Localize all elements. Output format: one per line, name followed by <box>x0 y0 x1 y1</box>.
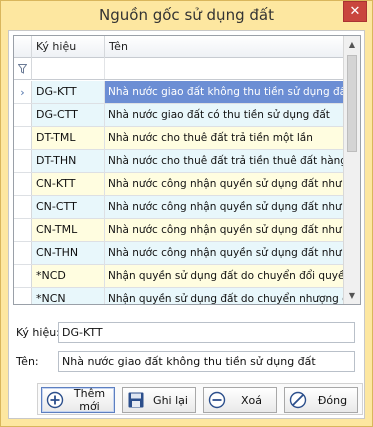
code-label: Ký hiệu: <box>16 326 60 339</box>
scroll-down-arrow-icon[interactable]: ▼ <box>344 287 360 304</box>
delete-button-label: Xoá <box>240 393 262 407</box>
cell-name[interactable]: Nhà nước giao đất không thu tiền sử dụng… <box>105 81 344 103</box>
row-indicator[interactable] <box>14 242 32 264</box>
cancel-circle-icon <box>288 390 308 410</box>
close-button-label: Đóng <box>317 393 348 407</box>
cell-code[interactable]: CN-KTT <box>32 173 105 195</box>
cell-name[interactable]: Nhận quyền sử dụng đất do chuyển đổi quy… <box>105 265 344 287</box>
grid-header: Ký hiệu Tên <box>14 36 344 58</box>
header-indicator-cell <box>14 36 32 58</box>
cell-code[interactable]: CN-CTT <box>32 196 105 218</box>
code-field[interactable]: DG-KTT <box>58 322 355 343</box>
scrollbar-thumb[interactable] <box>347 55 357 152</box>
cell-code[interactable]: DG-KTT <box>32 81 105 103</box>
close-button[interactable]: Đóng <box>284 387 358 413</box>
table-row[interactable]: CN-CTT Nhà nước công nhận quyền sử dụng đ… <box>14 196 344 219</box>
save-button[interactable]: Ghi lại <box>122 387 196 413</box>
vertical-scrollbar[interactable]: ▲ ▼ <box>343 36 360 304</box>
minus-circle-icon <box>207 390 227 410</box>
row-indicator[interactable] <box>14 196 32 218</box>
table-row[interactable]: DT-THN Nhà nước cho thuê đất trả tiền thu… <box>14 150 344 173</box>
data-grid[interactable]: Ký hiệu Tên › DG-KTT Nhà nước giao đất khô… <box>13 35 361 305</box>
floppy-disk-icon <box>126 390 146 410</box>
filter-cell-name[interactable] <box>105 58 344 79</box>
table-row[interactable]: *NCD Nhận quyền sử dụng đất do chuyển đổi… <box>14 265 344 288</box>
table-row[interactable]: DG-CTT Nhà nước giao đất có thu tiền sử d… <box>14 104 344 127</box>
row-indicator[interactable] <box>14 104 32 126</box>
dialog-client-area: Ký hiệu Tên › DG-KTT Nhà nước giao đất khô… <box>8 30 365 419</box>
name-label: Tên: <box>16 355 39 368</box>
filter-icon <box>14 58 32 80</box>
cell-name[interactable]: Nhà nước cho thuê đất trả tiền một lần <box>105 127 344 149</box>
close-window-button[interactable]: ✕ <box>343 1 367 22</box>
table-row[interactable]: CN-THN Nhà nước công nhận quyền sử dụng đ… <box>14 242 344 265</box>
table-row[interactable]: › DG-KTT Nhà nước giao đất không thu tiền … <box>14 81 344 104</box>
cell-code[interactable]: CN-THN <box>32 242 105 264</box>
title-bar[interactable]: Nguồn gốc sử dụng đất ✕ <box>1 1 372 29</box>
window-title: Nguồn gốc sử dụng đất <box>99 6 274 24</box>
cell-name[interactable]: Nhà nước công nhận quyền sử dụng đất như… <box>105 242 344 264</box>
cell-code[interactable]: CN-TML <box>32 219 105 241</box>
cell-name[interactable]: Nhà nước công nhận quyền sử dụng đất như… <box>105 196 344 218</box>
filter-row <box>14 58 344 80</box>
dialog-window: Nguồn gốc sử dụng đất ✕ Ký hiệu Tên › DG-… <box>0 0 373 427</box>
save-button-label: Ghi lại <box>153 393 188 407</box>
row-indicator[interactable] <box>14 219 32 241</box>
name-field[interactable]: Nhà nước giao đất không thu tiền sử dụng… <box>58 351 355 372</box>
row-indicator[interactable] <box>14 173 32 195</box>
add-circle-icon <box>45 390 65 410</box>
cell-code[interactable]: *NCD <box>32 265 105 287</box>
cell-name[interactable]: Nhận quyền sử dụng đất do chuyển nhượng … <box>105 288 344 304</box>
row-indicator[interactable] <box>14 288 32 304</box>
filter-cell-code[interactable] <box>32 58 105 79</box>
cell-code[interactable]: DT-THN <box>32 150 105 172</box>
add-button[interactable]: Thêm mới <box>41 387 115 413</box>
grid-rows: › DG-KTT Nhà nước giao đất không thu tiền … <box>14 81 344 304</box>
scroll-up-arrow-icon[interactable]: ▲ <box>344 36 360 53</box>
delete-button[interactable]: Xoá <box>203 387 277 413</box>
row-indicator-arrow-icon[interactable]: › <box>14 81 32 103</box>
button-bar: Thêm mới Ghi lại Xoá Đóng <box>37 383 363 415</box>
cell-code[interactable]: *NCN <box>32 288 105 304</box>
row-indicator[interactable] <box>14 150 32 172</box>
table-row[interactable]: DT-TML Nhà nước cho thuê đất trả tiền một… <box>14 127 344 150</box>
table-row[interactable]: *NCN Nhận quyền sử dụng đất do chuyển như… <box>14 288 344 304</box>
column-header-name[interactable]: Tên <box>105 36 344 58</box>
table-row[interactable]: CN-KTT Nhà nước công nhận quyền sử dụng đ… <box>14 173 344 196</box>
column-header-code[interactable]: Ký hiệu <box>32 36 105 58</box>
cell-name[interactable]: Nhà nước cho thuê đất trả tiền thuê đất … <box>105 150 344 172</box>
cell-name[interactable]: Nhà nước công nhận quyền sử dụng đất như… <box>105 219 344 241</box>
table-row[interactable]: CN-TML Nhà nước công nhận quyền sử dụng đ… <box>14 219 344 242</box>
row-indicator[interactable] <box>14 265 32 287</box>
cell-code[interactable]: DT-TML <box>32 127 105 149</box>
row-indicator[interactable] <box>14 127 32 149</box>
cell-name[interactable]: Nhà nước công nhận quyền sử dụng đất như… <box>105 173 344 195</box>
add-button-label: Thêm mới <box>73 387 106 413</box>
cell-code[interactable]: DG-CTT <box>32 104 105 126</box>
cell-name[interactable]: Nhà nước giao đất có thu tiền sử dụng đấ… <box>105 104 344 126</box>
